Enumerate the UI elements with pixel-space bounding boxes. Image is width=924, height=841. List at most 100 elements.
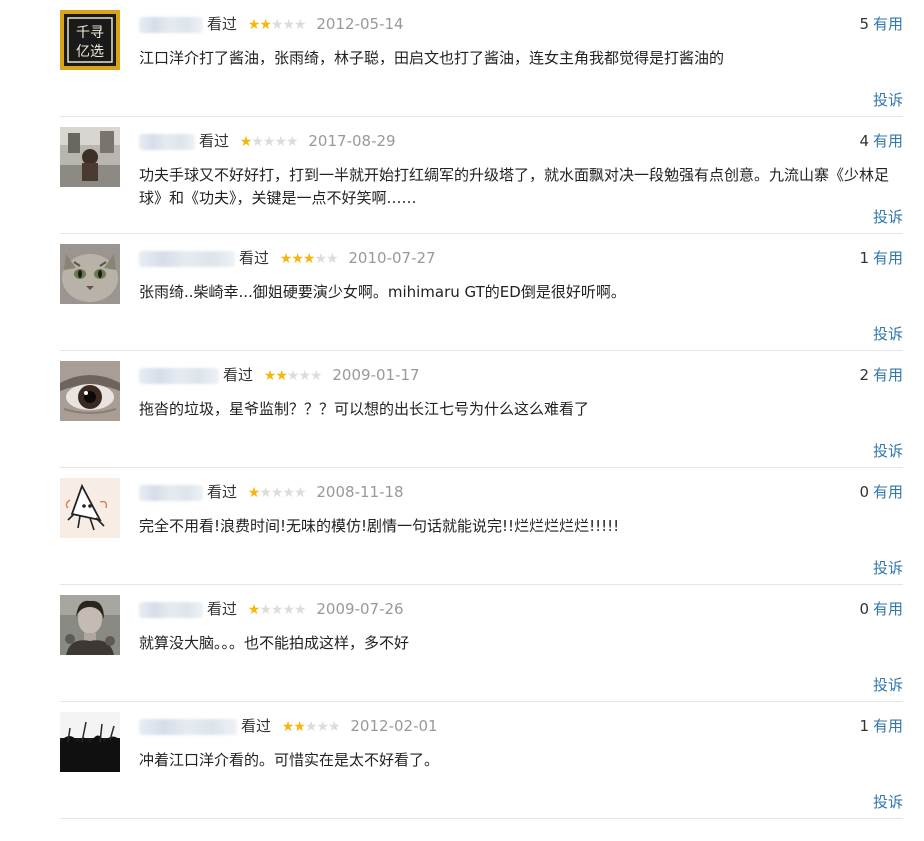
useful-count: 1 — [859, 717, 869, 735]
useful-vote[interactable]: 0 有用 — [859, 481, 903, 503]
star-filled-icon: ★ — [279, 250, 293, 267]
watch-status: 看过 — [241, 717, 272, 735]
avatar[interactable]: 千寻 亿选 — [60, 10, 120, 70]
star-empty-icon: ★ — [286, 133, 299, 150]
blurred-username[interactable] — [139, 250, 235, 267]
star-empty-icon: ★ — [282, 601, 295, 618]
review-date: 2008-11-18 — [316, 483, 404, 501]
avatar[interactable] — [60, 595, 120, 655]
useful-label[interactable]: 有用 — [873, 483, 903, 501]
star-empty-icon: ★ — [274, 133, 287, 150]
watch-status: 看过 — [199, 132, 230, 150]
blurred-username[interactable] — [139, 367, 219, 384]
star-filled-icon: ★ — [291, 250, 304, 267]
star-empty-icon: ★ — [294, 601, 307, 618]
review-meta: 看过 ★★★★★ 2010-07-27 1 有用 — [139, 247, 903, 269]
star-empty-icon: ★ — [259, 484, 272, 501]
report-link[interactable]: 投诉 — [873, 557, 903, 578]
useful-vote[interactable]: 0 有用 — [859, 598, 903, 620]
star-filled-icon: ★ — [275, 367, 288, 384]
review-date: 2009-07-26 — [316, 600, 404, 618]
review-item: 千寻 亿选 看过 ★★★★★ 2012-05-14 5 有用 江口洋介打了酱油，张… — [60, 0, 903, 117]
rating-stars: ★★★★★ — [248, 14, 307, 36]
report-link[interactable]: 投诉 — [873, 323, 903, 344]
useful-vote[interactable]: 5 有用 — [859, 13, 903, 35]
useful-vote[interactable]: 1 有用 — [859, 247, 903, 269]
watch-status: 看过 — [207, 15, 238, 33]
avatar-text-bottom: 亿选 — [76, 44, 104, 60]
review-content: 拖沓的垃圾，星爷监制？？？可以想的出长江七号为什么这么难看了 — [139, 400, 590, 418]
useful-count: 0 — [859, 483, 869, 501]
avatar[interactable] — [60, 478, 120, 538]
review-item: 看过 ★★★★★ 2008-11-18 0 有用 完全不用看!浪费时间!无味的模仿… — [60, 468, 903, 585]
useful-count: 2 — [859, 366, 869, 384]
star-filled-icon: ★ — [263, 367, 277, 384]
avatar[interactable] — [60, 127, 120, 187]
star-empty-icon: ★ — [282, 16, 295, 33]
star-filled-icon: ★ — [293, 718, 306, 735]
review-meta: 看过 ★★★★★ 2012-05-14 5 有用 — [139, 13, 903, 35]
report-link[interactable]: 投诉 — [873, 206, 903, 227]
star-empty-icon: ★ — [286, 367, 300, 384]
star-empty-icon: ★ — [270, 16, 284, 33]
useful-label[interactable]: 有用 — [873, 249, 903, 267]
report-link[interactable]: 投诉 — [873, 791, 903, 812]
review-content: 功夫手球又不好好打，打到一半就开始打红绸军的升级塔了，就水面飘对决一段勉强有点创… — [139, 166, 890, 207]
rating-stars: ★★★★★ — [281, 716, 341, 738]
review-content: 张雨绮..柴崎幸...御姐硬要演少女啊。mihimaru GT的ED倒是很好听啊… — [139, 283, 626, 301]
review-content: 完全不用看!浪费时间!无味的模仿!剧情一句话就能说完!!烂烂烂烂烂!!!!! — [139, 517, 620, 535]
star-empty-icon: ★ — [326, 250, 339, 267]
blurred-username[interactable] — [139, 718, 237, 735]
review-item: 看过 ★★★★★ 2017-08-29 4 有用 功夫手球又不好好打，打到一半就开… — [60, 117, 903, 234]
rating-stars: ★★★★★ — [263, 365, 323, 387]
useful-vote[interactable]: 2 有用 — [859, 364, 903, 386]
star-filled-icon: ★ — [247, 601, 261, 618]
report-link[interactable]: 投诉 — [873, 674, 903, 695]
star-empty-icon: ★ — [328, 718, 341, 735]
blurred-username[interactable] — [139, 133, 195, 150]
review-date: 2009-01-17 — [332, 366, 420, 384]
review-content: 就算没大脑。。。也不能拍成这样，多不好 — [139, 634, 410, 652]
report-link[interactable]: 投诉 — [873, 89, 903, 110]
review-content: 江口洋介打了酱油，张雨绮，林子聪，田启文也打了酱油，连女主角我都觉得是打酱油的 — [139, 49, 725, 67]
review-meta: 看过 ★★★★★ 2009-01-17 2 有用 — [139, 364, 903, 386]
star-empty-icon: ★ — [294, 16, 307, 33]
review-date: 2012-02-01 — [350, 717, 438, 735]
avatar[interactable] — [60, 361, 120, 421]
useful-label[interactable]: 有用 — [873, 717, 903, 735]
watch-status: 看过 — [223, 366, 254, 384]
rating-stars: ★★★★★ — [279, 248, 339, 270]
review-item: 看过 ★★★★★ 2010-07-27 1 有用 张雨绮..柴崎幸...御姐硬要演… — [60, 234, 903, 351]
rating-stars: ★★★★★ — [247, 599, 307, 621]
star-filled-icon: ★ — [302, 250, 316, 267]
star-empty-icon: ★ — [314, 250, 327, 267]
review-meta: 看过 ★★★★★ 2017-08-29 4 有用 — [139, 130, 903, 152]
avatar[interactable] — [60, 712, 120, 772]
useful-vote[interactable]: 1 有用 — [859, 715, 903, 737]
star-empty-icon: ★ — [304, 718, 318, 735]
blurred-username[interactable] — [139, 16, 203, 33]
review-date: 2017-08-29 — [308, 132, 396, 150]
useful-vote[interactable]: 4 有用 — [859, 130, 903, 152]
star-filled-icon: ★ — [281, 718, 295, 735]
report-link[interactable]: 投诉 — [873, 440, 903, 461]
useful-count: 5 — [859, 15, 869, 33]
useful-label[interactable]: 有用 — [873, 366, 903, 384]
useful-label[interactable]: 有用 — [873, 15, 903, 33]
star-empty-icon: ★ — [270, 601, 284, 618]
useful-label[interactable]: 有用 — [873, 600, 903, 618]
watch-status: 看过 — [207, 600, 238, 618]
blurred-username[interactable] — [139, 601, 203, 618]
review-meta: 看过 ★★★★★ 2012-02-01 1 有用 — [139, 715, 903, 737]
review-content: 冲着江口洋介看的。可惜实在是太不好看了。 — [139, 751, 440, 769]
useful-count: 0 — [859, 600, 869, 618]
useful-label[interactable]: 有用 — [873, 132, 903, 150]
avatar[interactable] — [60, 244, 120, 304]
star-empty-icon: ★ — [251, 133, 264, 150]
blurred-username[interactable] — [139, 484, 203, 501]
star-empty-icon: ★ — [282, 484, 295, 501]
star-empty-icon: ★ — [316, 718, 329, 735]
watch-status: 看过 — [239, 249, 270, 267]
review-date: 2010-07-27 — [348, 249, 436, 267]
avatar-text-top: 千寻 — [76, 25, 104, 41]
